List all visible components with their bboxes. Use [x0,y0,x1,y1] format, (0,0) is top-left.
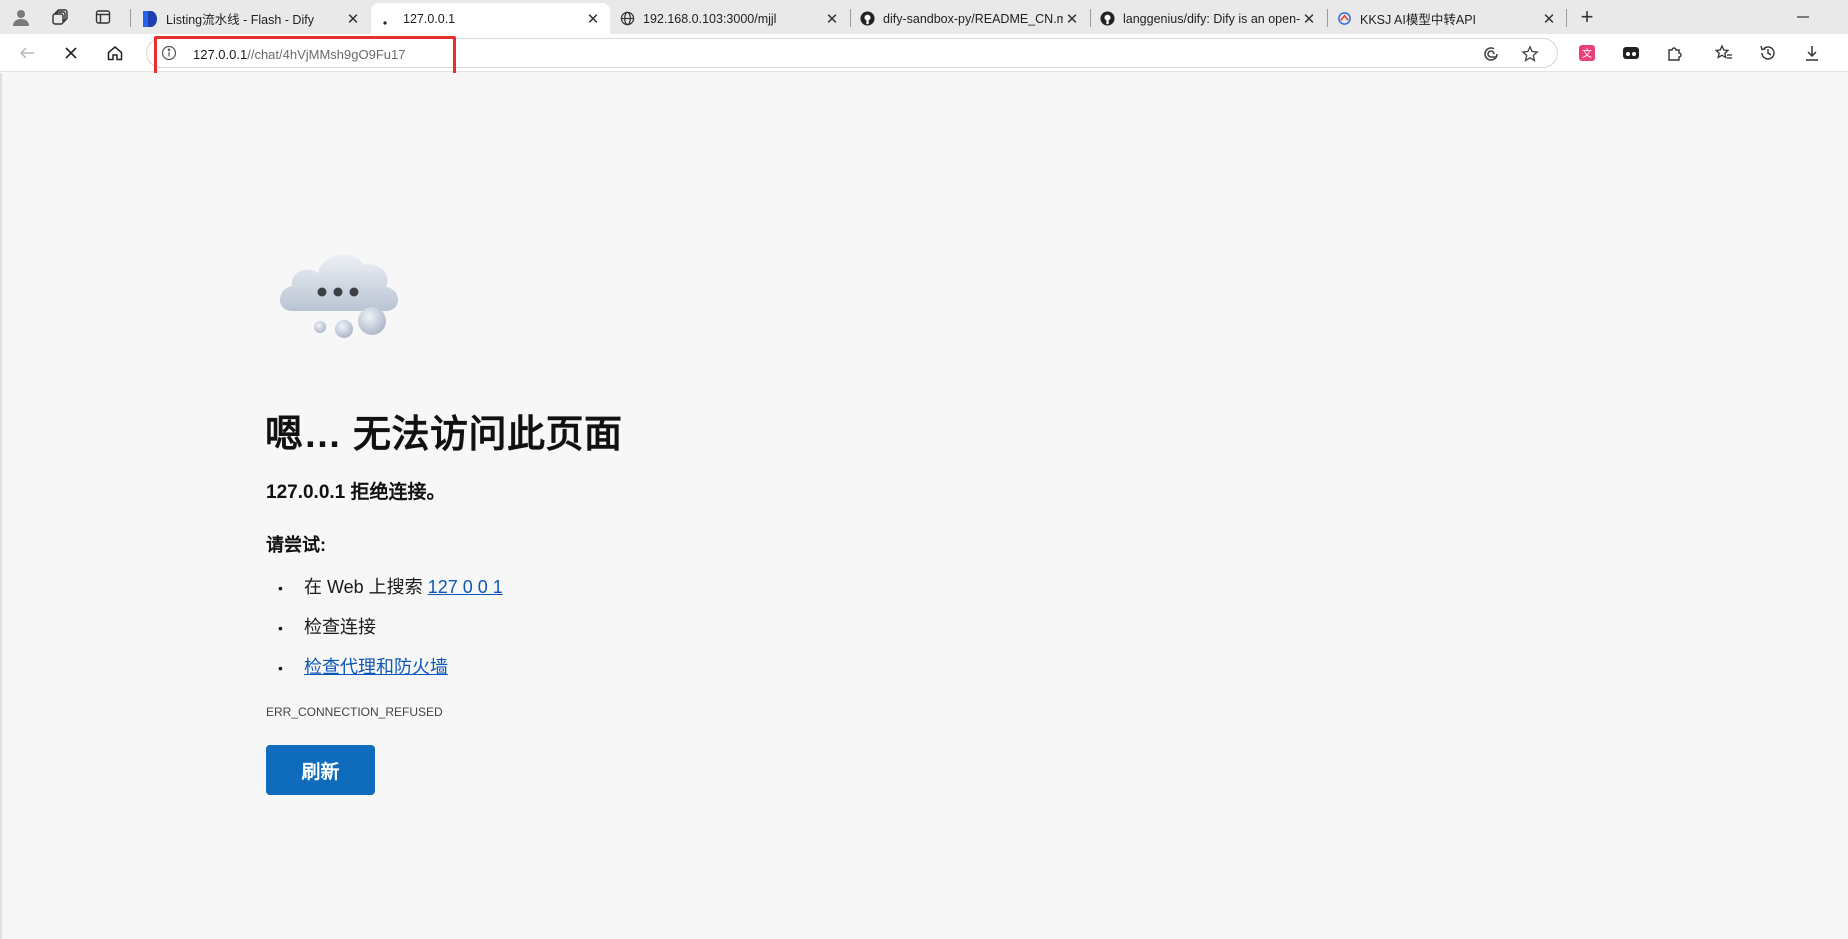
back-button[interactable] [14,40,40,66]
tab-langgenius-dify[interactable]: langgenius/dify: Dify is an open-s ✕ [1091,3,1326,34]
home-button[interactable] [102,40,128,66]
suggestion-search: • 在 Web 上搜索 127 0 0 1 [278,573,503,599]
try-label: 请尝试: [266,535,326,555]
suggestion-proxy-firewall: • 检查代理和防火墙 [278,653,448,679]
profile-icon[interactable] [10,6,32,28]
stop-loading-button[interactable] [58,40,84,66]
proxy-firewall-link[interactable]: 检查代理和防火墙 [304,653,448,679]
tab-title: KKSJ AI模型中转API [1360,13,1477,27]
suggestion-check-connection: • 检查连接 [278,613,376,639]
error-code: ERR_CONNECTION_REFUSED [266,705,443,719]
bullet: • [278,660,283,676]
bullet: • [278,620,283,636]
error-subtitle: 127.0.0.1 拒绝连接。 [266,482,446,503]
error-page: 嗯… 无法访问此页面 127.0.0.1 拒绝连接。 请尝试: • 在 Web … [0,73,1848,939]
suggestion-text: 在 Web 上搜索 [304,577,423,597]
favorite-star-icon[interactable] [1521,45,1539,68]
cloud-error-icon [274,233,414,348]
workspaces-icon[interactable] [50,6,72,28]
close-icon[interactable]: ✕ [823,10,841,28]
tab-mjjl[interactable]: 192.168.0.103:3000/mjjl ✕ [611,3,849,34]
tab-actions-icon[interactable] [92,6,114,28]
tab-dify-listing[interactable]: Listing流水线 - Flash - Dify ✕ [134,3,370,34]
close-icon[interactable]: ✕ [1300,10,1318,28]
github-icon [1099,11,1115,27]
extensions-puzzle-icon[interactable] [1662,40,1688,66]
globe-icon [619,11,635,27]
tab-strip: Listing流水线 - Flash - Dify ✕ 127.0.0.1 ✕ … [0,0,1848,34]
tab-title: Listing流水线 - Flash - Dify [166,13,314,27]
github-icon [859,11,875,27]
favorites-icon[interactable] [1711,40,1737,66]
downloads-icon[interactable] [1799,40,1825,66]
close-icon[interactable]: ✕ [1540,10,1558,28]
minimize-button[interactable] [1792,6,1814,28]
close-icon[interactable]: ✕ [1063,10,1081,28]
translate-extension-icon[interactable]: 文 [1574,40,1600,66]
dify-logo-icon [142,10,158,27]
tab-localhost[interactable]: 127.0.0.1 ✕ [371,3,610,34]
close-icon[interactable]: ✕ [344,10,362,28]
loading-dot-icon [379,11,395,27]
tab-title: 192.168.0.103:3000/mjjl [643,11,777,26]
kksj-logo-icon [1336,11,1352,27]
close-icon[interactable]: ✕ [584,10,602,28]
tab-kksj-api[interactable]: KKSJ AI模型中转API ✕ [1328,3,1566,34]
refresh-button[interactable]: 刷新 [266,745,375,795]
suggestion-text: 检查连接 [304,617,376,637]
bullet: • [278,580,283,596]
svg-text:文: 文 [1582,47,1592,60]
tab-title: 127.0.0.1 [403,11,456,26]
tab-title: langgenius/dify: Dify is an open-s [1123,11,1300,26]
browser-essentials-icon[interactable] [1482,45,1500,68]
tab-dify-sandbox-readme[interactable]: dify-sandbox-py/README_CN.md ✕ [851,3,1089,34]
search-link[interactable]: 127 0 0 1 [428,577,503,598]
error-heading: 嗯… 无法访问此页面 [265,414,623,456]
extension-icon[interactable] [1618,40,1644,66]
new-tab-button[interactable]: + [1576,4,1598,29]
tab-title: dify-sandbox-py/README_CN.md [883,11,1063,26]
history-icon[interactable] [1755,40,1781,66]
